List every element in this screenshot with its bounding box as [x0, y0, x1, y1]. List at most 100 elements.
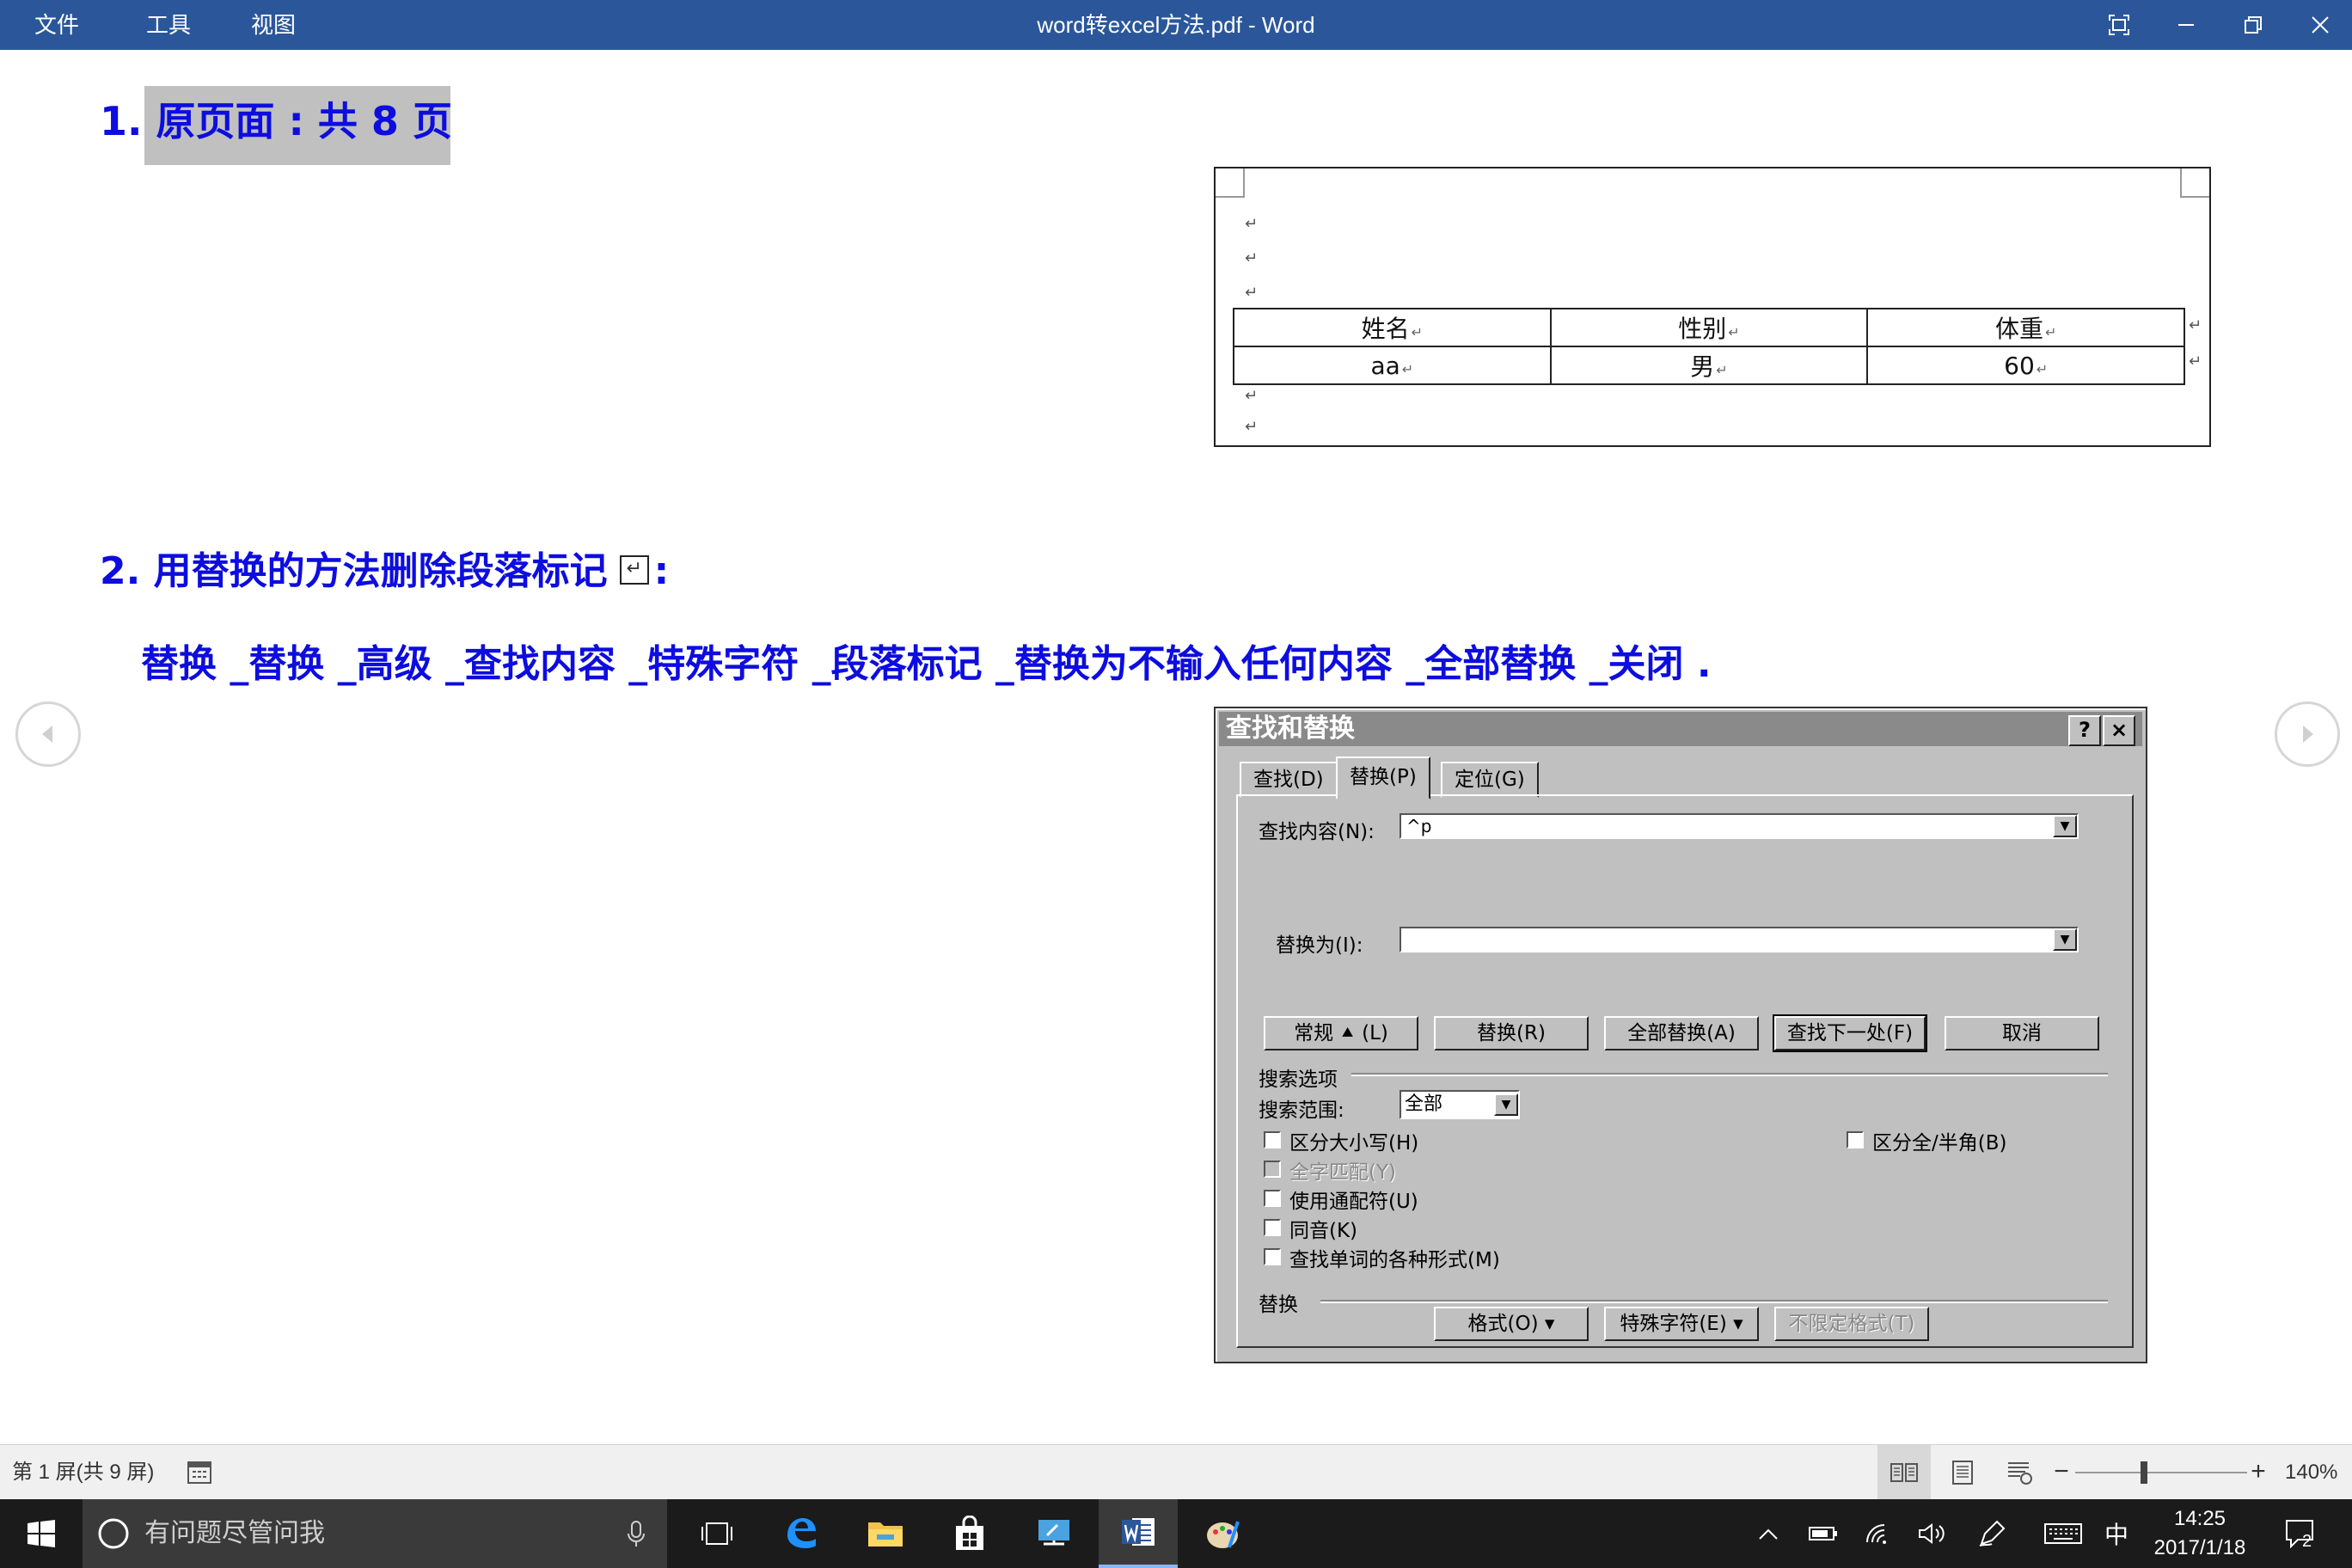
edge-browser-button[interactable]	[762, 1499, 841, 1568]
tab-find[interactable]: 查找(D)	[1240, 762, 1338, 798]
search-scope-select[interactable]: 全部 ▼	[1400, 1090, 1520, 1119]
zoom-in-button[interactable]: +	[2245, 1457, 2271, 1488]
battery-icon	[1809, 1527, 1837, 1540]
tab-goto[interactable]: 定位(G)	[1441, 762, 1539, 798]
document-stats-button[interactable]	[186, 1459, 213, 1492]
web-layout-icon	[2008, 1462, 2032, 1485]
zoom-level[interactable]: 140%	[2285, 1445, 2337, 1500]
network-button[interactable]	[1857, 1499, 1900, 1568]
file-explorer-button[interactable]	[846, 1499, 925, 1568]
match-case-checkbox[interactable]	[1264, 1131, 1281, 1148]
zoom-slider[interactable]	[2075, 1461, 2247, 1484]
edge-icon	[787, 1518, 816, 1548]
row-end-mark: ↵	[2189, 316, 2202, 334]
paint-app-button[interactable]	[1183, 1499, 1262, 1568]
ime-indicator[interactable]: 中	[2101, 1499, 2132, 1568]
replace-button[interactable]: 替换(R)	[1434, 1016, 1589, 1050]
whole-word-label: 全字匹配(Y)	[1289, 1161, 1396, 1184]
zoom-out-button[interactable]: −	[2051, 1457, 2072, 1488]
cortana-search-box[interactable]: 有问题尽管问我	[83, 1499, 667, 1568]
divider	[1320, 1300, 2108, 1303]
menu-view[interactable]: 视图	[251, 0, 296, 50]
special-button[interactable]: 特殊字符(E) ▾	[1604, 1307, 1759, 1341]
heading-replace-method: 2. 用替换的方法删除段落标记 ↵:	[100, 543, 669, 600]
keyboard-icon	[2044, 1523, 2082, 1544]
remote-desktop-button[interactable]	[1014, 1499, 1093, 1568]
remote-desktop-icon	[1038, 1520, 1069, 1546]
start-button[interactable]	[2, 1499, 81, 1568]
pen-workspace-button[interactable]	[1970, 1499, 2013, 1568]
minimize-button[interactable]	[2153, 0, 2220, 50]
volume-button[interactable]	[1910, 1499, 1953, 1568]
paint-icon	[1207, 1521, 1240, 1548]
replace-with-input[interactable]: ▼	[1400, 927, 2079, 952]
format-button[interactable]: 格式(O) ▾	[1434, 1307, 1589, 1341]
heading-replace-text: 2. 用替换的方法删除段落标记	[100, 549, 608, 593]
store-button[interactable]	[930, 1499, 1009, 1568]
replace-with-label: 替换为(I):	[1276, 934, 1363, 957]
full-half-width-checkbox[interactable]	[1847, 1131, 1864, 1148]
replace-section-label: 替换	[1259, 1294, 1298, 1316]
word-forms-label: 查找单词的各种形式(M)	[1289, 1249, 1500, 1271]
read-mode-button[interactable]	[1877, 1445, 1931, 1500]
clock-date[interactable]: 2017/1/18	[2141, 1534, 2259, 1563]
folder-icon	[868, 1522, 903, 1547]
show-hidden-icons-button[interactable]	[1750, 1499, 1786, 1568]
touch-keyboard-button[interactable]	[2039, 1499, 2087, 1568]
zoom-slider-thumb[interactable]	[2141, 1461, 2147, 1484]
replace-dropdown-arrow[interactable]: ▼	[2053, 928, 2077, 951]
paragraph-mark: ↵	[1245, 387, 1259, 404]
chevron-right-icon	[2303, 726, 2313, 743]
find-replace-dialog-image: 查找和替换 ? × 查找(D) 替换(P) 定位(G) 查找内容(N): ^p …	[1214, 707, 2147, 1363]
find-what-input[interactable]: ^p ▼	[1400, 813, 2079, 839]
task-view-button[interactable]	[677, 1499, 756, 1568]
cancel-button[interactable]: 取消	[1945, 1016, 2099, 1050]
next-page-button[interactable]	[2275, 701, 2340, 767]
fullscreen-button[interactable]	[2086, 0, 2153, 50]
web-layout-button[interactable]	[1993, 1445, 2046, 1500]
wifi-icon	[1866, 1524, 1886, 1544]
whole-word-checkbox	[1264, 1161, 1281, 1178]
clock-time[interactable]: 14:25	[2141, 1504, 2259, 1534]
table-cell: 60 ↵	[1866, 346, 2185, 385]
heading-colon: :	[653, 549, 670, 593]
divider	[1351, 1073, 2108, 1076]
search-placeholder: 有问题尽管问我	[144, 1519, 325, 1547]
minimize-icon	[2178, 24, 2194, 26]
action-center-button[interactable]: 2	[2271, 1499, 2331, 1568]
word-app-button[interactable]	[1099, 1499, 1178, 1568]
print-layout-button[interactable]	[1936, 1445, 1989, 1500]
status-bar: 第 1 屏(共 9 屏) − + 140%	[0, 1444, 2352, 1500]
battery-button[interactable]	[1802, 1499, 1845, 1568]
word-forms-checkbox[interactable]	[1264, 1248, 1281, 1265]
search-scope-arrow[interactable]: ▼	[1494, 1093, 1518, 1116]
replace-all-button[interactable]: 全部替换(A)	[1604, 1016, 1759, 1050]
menu-file[interactable]: 文件	[34, 0, 79, 50]
chevron-up-icon	[1759, 1528, 1778, 1540]
sounds-like-checkbox[interactable]	[1264, 1219, 1281, 1236]
wildcards-checkbox[interactable]	[1264, 1190, 1281, 1207]
table-header-cell: 性别 ↵	[1549, 308, 1869, 347]
help-button[interactable]: ?	[2068, 715, 2101, 746]
no-formatting-button: 不限定格式(T)	[1774, 1307, 1929, 1341]
find-what-label: 查找内容(N):	[1259, 821, 1375, 843]
table-row: aa ↵ 男 ↵ 60 ↵	[1233, 346, 2185, 385]
wildcards-label: 使用通配符(U)	[1289, 1191, 1418, 1213]
find-dropdown-arrow[interactable]: ▼	[2053, 815, 2077, 837]
close-button[interactable]	[2287, 0, 2352, 50]
find-what-value: ^p	[1406, 816, 1432, 836]
crop-mark	[2180, 168, 2209, 198]
previous-page-button[interactable]	[15, 701, 81, 767]
read-mode-icon	[1890, 1463, 1918, 1482]
print-layout-icon	[1952, 1461, 1973, 1485]
task-view-icon	[701, 1522, 732, 1545]
less-options-button[interactable]: 常规 ⯅ (L)	[1264, 1016, 1418, 1050]
full-half-width-label: 区分全/半角(B)	[1872, 1132, 2007, 1155]
menu-tools[interactable]: 工具	[146, 0, 191, 50]
restore-button[interactable]	[2220, 0, 2287, 50]
tab-replace[interactable]: 替换(P)	[1336, 756, 1430, 799]
paragraph-mark-icon: ↵	[619, 555, 649, 585]
find-next-button[interactable]: 查找下一处(F)	[1773, 1014, 1927, 1052]
page-preview-image: ↵ ↵ ↵ 姓名 ↵ 性别 ↵ 体重 ↵ aa ↵ 男 ↵ 60 ↵ ↵ ↵ ↵ ↵	[1214, 167, 2211, 447]
dialog-close-button[interactable]: ×	[2103, 715, 2135, 746]
